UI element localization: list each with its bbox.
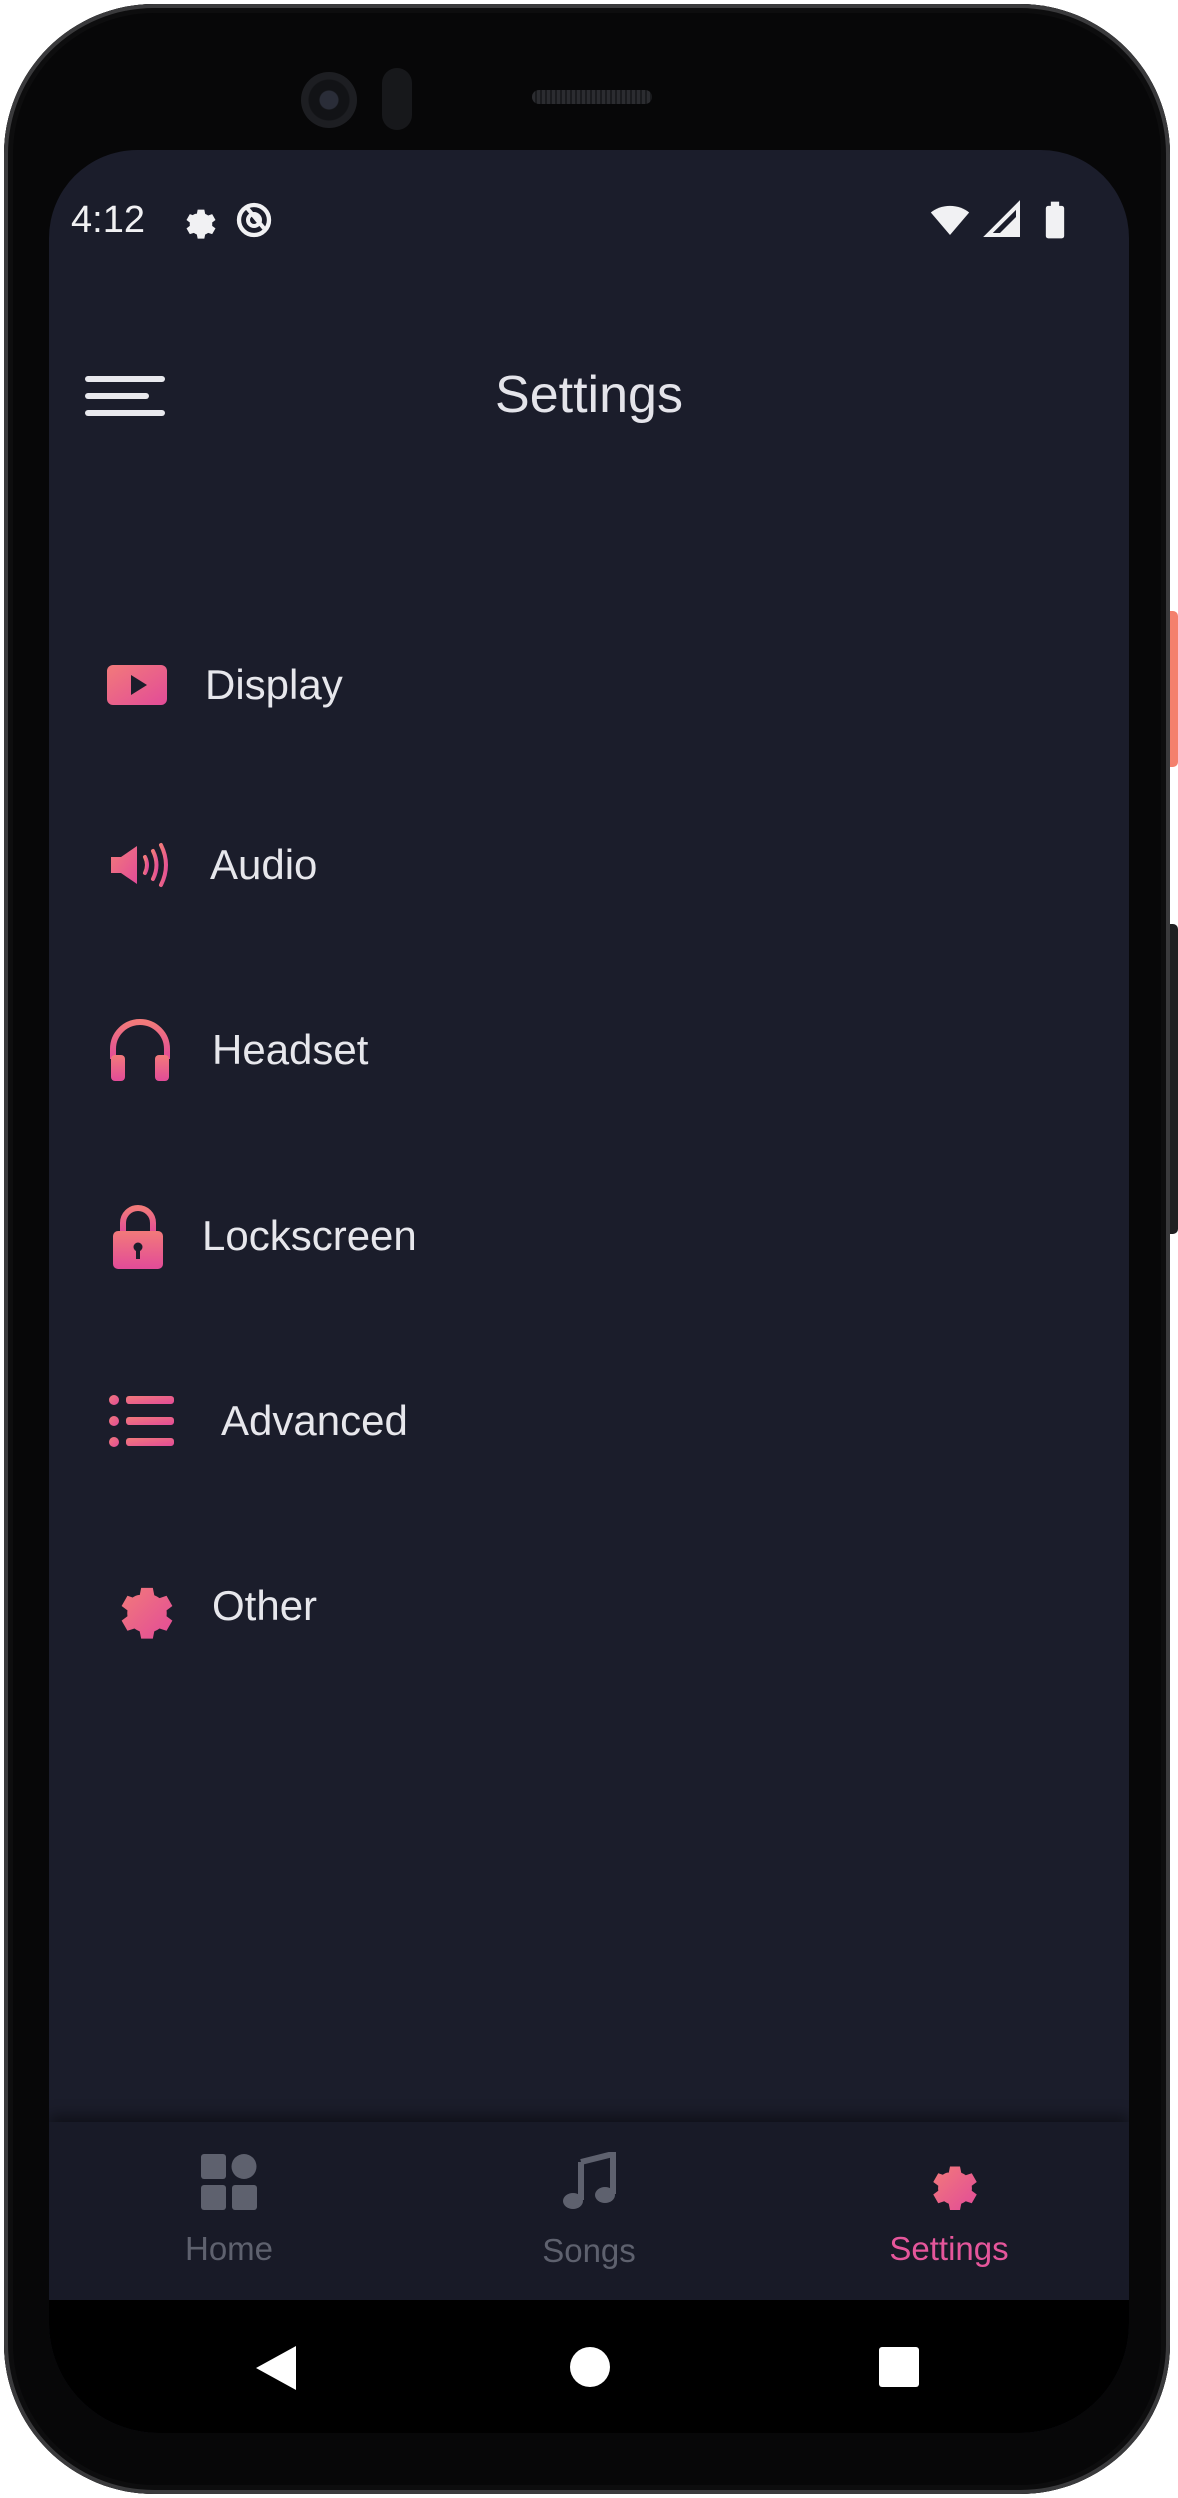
power-button	[1170, 611, 1178, 767]
battery-icon	[1045, 201, 1065, 239]
speaker-icon	[111, 843, 168, 887]
settings-item-display[interactable]: Display	[49, 610, 1129, 760]
home-circle-icon[interactable]	[569, 2346, 611, 2388]
proximity-sensor	[382, 68, 412, 130]
phone-frame: 4:12 Settings Display Audio Headset Lock…	[4, 4, 1178, 2494]
recents-square-icon[interactable]	[879, 2347, 919, 2387]
nav-item-settings[interactable]: Settings	[769, 2122, 1129, 2300]
top-app-bar: Settings	[49, 340, 1129, 450]
video-play-icon	[107, 665, 167, 705]
hamburger-menu-icon[interactable]	[85, 366, 165, 426]
settings-item-lockscreen[interactable]: Lockscreen	[49, 1161, 1129, 1311]
status-time: 4:12	[71, 199, 145, 241]
lock-icon	[113, 1205, 163, 1269]
nav-label-songs: Songs	[542, 2232, 636, 2269]
at-sign-icon	[236, 202, 272, 238]
headphones-icon	[110, 1019, 170, 1081]
settings-item-label: Display	[205, 661, 343, 708]
settings-item-label: Headset	[212, 1026, 369, 1073]
app-screen: 4:12 Settings Display Audio Headset Lock…	[49, 150, 1129, 2433]
settings-item-label: Advanced	[221, 1397, 408, 1444]
status-bar: 4:12	[49, 190, 1129, 250]
music-note-icon	[563, 2152, 616, 2209]
settings-item-other[interactable]: Other	[49, 1531, 1129, 1681]
settings-item-label: Other	[212, 1582, 318, 1629]
nav-item-home[interactable]: Home	[49, 2122, 409, 2300]
settings-item-headset[interactable]: Headset	[49, 975, 1129, 1125]
back-icon[interactable]	[254, 2345, 298, 2391]
bottom-navigation: Home Songs Settings	[49, 2122, 1129, 2300]
list-icon	[109, 1395, 174, 1447]
system-navigation-bar	[49, 2300, 1129, 2433]
cell-signal-icon	[983, 200, 1020, 237]
settings-item-label: Lockscreen	[202, 1212, 417, 1259]
wifi-icon	[930, 205, 970, 235]
gear-icon	[186, 209, 216, 239]
settings-item-audio[interactable]: Audio	[49, 790, 1129, 940]
page-title: Settings	[495, 366, 683, 424]
nav-label-home: Home	[184, 2230, 274, 2267]
nav-item-songs[interactable]: Songs	[409, 2122, 769, 2300]
nav-label-settings: Settings	[889, 2230, 1009, 2267]
earpiece-speaker	[532, 90, 652, 104]
volume-button	[1170, 924, 1178, 1234]
grid-icon	[201, 2154, 257, 2210]
settings-item-advanced[interactable]: Advanced	[49, 1346, 1129, 1496]
front-camera	[301, 72, 357, 128]
gear-icon	[121, 1587, 173, 1639]
settings-item-label: Audio	[210, 841, 318, 888]
gear-icon	[933, 2166, 977, 2210]
